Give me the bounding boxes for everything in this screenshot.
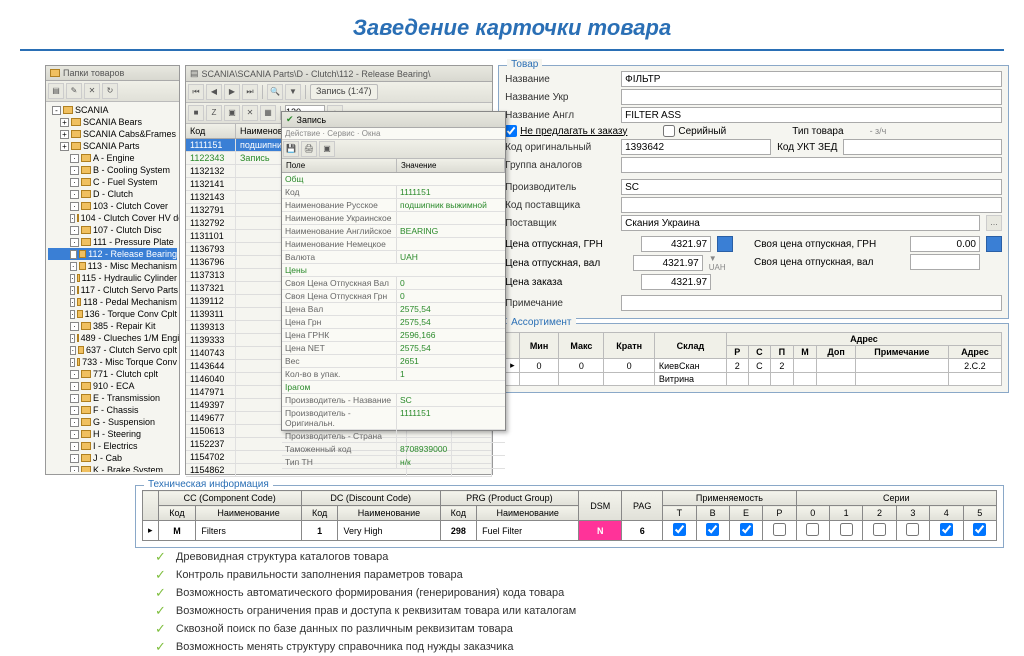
- filter-icon[interactable]: ▼: [285, 84, 301, 100]
- tree-item[interactable]: +SCANIA Bears: [48, 116, 177, 128]
- note-input[interactable]: [621, 295, 1002, 311]
- assortment-grid[interactable]: МинМаксКратн Склад Адрес РСПМДопПримечан…: [505, 332, 1002, 386]
- own-price-val-input[interactable]: [910, 254, 980, 270]
- tb-edit-icon[interactable]: ✎: [66, 83, 82, 99]
- tb-refresh-icon[interactable]: ↻: [102, 83, 118, 99]
- catalog-tree[interactable]: -SCANIA+SCANIA Bears+SCANIA Cabs&Frames+…: [46, 102, 179, 472]
- dtl-save-icon[interactable]: 💾: [283, 141, 299, 157]
- detail-grid: ОбщКод1111151Наименование Русскоеподшипн…: [282, 173, 505, 469]
- tree-item[interactable]: ·I - Electrics: [48, 440, 177, 452]
- nav-prev-icon[interactable]: ◀: [206, 84, 222, 100]
- tech-info-grid[interactable]: CC (Component Code) DC (Discount Code) P…: [142, 490, 997, 541]
- tree-item[interactable]: ·111 - Pressure Plate: [48, 236, 177, 248]
- tree-item[interactable]: ·B - Cooling System: [48, 164, 177, 176]
- no-offer-checkbox[interactable]: [505, 125, 517, 137]
- dtl-copy-icon[interactable]: ▣: [319, 141, 335, 157]
- tree-item[interactable]: ·107 - Clutch Disc: [48, 224, 177, 236]
- tree-item[interactable]: ·771 - Clutch cplt: [48, 368, 177, 380]
- maker-input[interactable]: [621, 179, 1002, 195]
- bullet-item: ✓Возможность автоматического формировани…: [155, 584, 994, 602]
- tree-item[interactable]: ·136 - Torque Conv Cplt: [48, 308, 177, 320]
- tree-item[interactable]: ·104 - Clutch Cover HV dele: [48, 212, 177, 224]
- tree-item[interactable]: ·D - Clutch: [48, 188, 177, 200]
- supplier-input[interactable]: [621, 215, 980, 231]
- own-price-uah-input[interactable]: [910, 236, 980, 252]
- action-x-icon[interactable]: ✕: [242, 105, 258, 121]
- tree-item[interactable]: ·385 - Repair Kit: [48, 320, 177, 332]
- list-panel: ▤SCANIA\SCANIA Parts\D - Clutch\112 - Re…: [185, 65, 493, 475]
- search-icon[interactable]: 🔍: [267, 84, 283, 100]
- record-indicator: Запись (1:47): [310, 84, 378, 100]
- tree-panel: Папки товаров ▤ ✎ ✕ ↻ -SCANIA+SCANIA Bea…: [45, 65, 180, 475]
- price-uah-input[interactable]: [641, 236, 711, 252]
- name-ukr-input[interactable]: [621, 89, 1002, 105]
- detail-title: Запись: [297, 115, 327, 125]
- bullet-item: ✓Сквозной поиск по базе данных по различ…: [155, 620, 994, 638]
- tree-item[interactable]: ·K - Brake System: [48, 464, 177, 472]
- tb-new-icon[interactable]: ▤: [48, 83, 64, 99]
- action-a-icon[interactable]: ■: [188, 105, 204, 121]
- code-orig-input[interactable]: [621, 139, 771, 155]
- tb-del-icon[interactable]: ✕: [84, 83, 100, 99]
- tree-root[interactable]: -SCANIA: [48, 104, 177, 116]
- tree-item[interactable]: ·637 - Clutch Servo cplt: [48, 344, 177, 356]
- bullet-item: ✓Контроль правильности заполнения параме…: [155, 566, 994, 584]
- price-edit-icon[interactable]: [717, 236, 733, 252]
- tree-item[interactable]: ·H - Steering: [48, 428, 177, 440]
- tree-item[interactable]: +SCANIA Parts: [48, 140, 177, 152]
- tree-item[interactable]: +SCANIA Cabs&Frames: [48, 128, 177, 140]
- product-fieldset: Товар Название Название Укр Название Анг…: [498, 65, 1009, 319]
- action-g-icon[interactable]: ▦: [260, 105, 276, 121]
- tree-item[interactable]: ·103 - Clutch Cover: [48, 200, 177, 212]
- nav-next-icon[interactable]: ▶: [224, 84, 240, 100]
- tech-info-fieldset: Техническая информация CC (Component Cod…: [135, 485, 1004, 548]
- dtl-print-icon[interactable]: 🖨: [301, 141, 317, 157]
- name-input[interactable]: [621, 71, 1002, 87]
- own-price-edit-icon[interactable]: [986, 236, 1002, 252]
- detail-popup: ✔Запись Действие · Сервис · Окна 💾 🖨 ▣ П…: [281, 111, 506, 431]
- tree-item[interactable]: ·112 - Release Bearing: [48, 248, 177, 260]
- tree-item[interactable]: ·118 - Pedal Mechanism: [48, 296, 177, 308]
- tree-item[interactable]: ·117 - Clutch Servo Parts: [48, 284, 177, 296]
- action-d-icon[interactable]: ▣: [224, 105, 240, 121]
- serial-checkbox[interactable]: [663, 125, 675, 137]
- tree-item[interactable]: ·G - Suspension: [48, 416, 177, 428]
- tree-item[interactable]: ·A - Engine: [48, 152, 177, 164]
- tree-item[interactable]: ·115 - Hydraulic Cylinder: [48, 272, 177, 284]
- nav-first-icon[interactable]: ⏮: [188, 84, 204, 100]
- col-code[interactable]: Код: [186, 124, 236, 138]
- nav-last-icon[interactable]: ⏭: [242, 84, 258, 100]
- tree-item[interactable]: ·E - Transmission: [48, 392, 177, 404]
- ukt-input[interactable]: [843, 139, 1002, 155]
- tree-item[interactable]: ·J - Cab: [48, 452, 177, 464]
- tree-header: Папки товаров: [63, 68, 124, 78]
- tree-item[interactable]: ·910 - ECA: [48, 380, 177, 392]
- bullet-item: ✓Возможность ограничения прав и доступа …: [155, 602, 994, 620]
- tree-item[interactable]: ·113 - Misc Mechanism: [48, 260, 177, 272]
- page-title: Заведение карточки товара: [20, 0, 1004, 51]
- price-val-input[interactable]: [633, 255, 703, 271]
- bullet-item: ✓Древовидная структура каталогов товара: [155, 548, 994, 566]
- list-header: SCANIA\SCANIA Parts\D - Clutch\112 - Rel…: [202, 69, 431, 79]
- tree-item[interactable]: ·733 - Misc Torque Conv: [48, 356, 177, 368]
- action-z-icon[interactable]: Z: [206, 105, 222, 121]
- name-en-input[interactable]: [621, 107, 1002, 123]
- supplier-lookup-icon[interactable]: …: [986, 215, 1002, 231]
- tree-item[interactable]: ·C - Fuel System: [48, 176, 177, 188]
- tree-item[interactable]: ·489 - Clueches 1/M Engine: [48, 332, 177, 344]
- feature-bullets: ✓Древовидная структура каталогов товара✓…: [155, 548, 994, 656]
- assortment-fieldset: Ассортимент МинМаксКратн Склад Адрес РСП…: [498, 323, 1009, 393]
- tree-item[interactable]: ·F - Chassis: [48, 404, 177, 416]
- bullet-item: ✓Возможность менять структуру справочник…: [155, 638, 994, 656]
- price-order-input[interactable]: [641, 274, 711, 290]
- supplier-code-input[interactable]: [621, 197, 1002, 213]
- group-input[interactable]: [621, 157, 1002, 173]
